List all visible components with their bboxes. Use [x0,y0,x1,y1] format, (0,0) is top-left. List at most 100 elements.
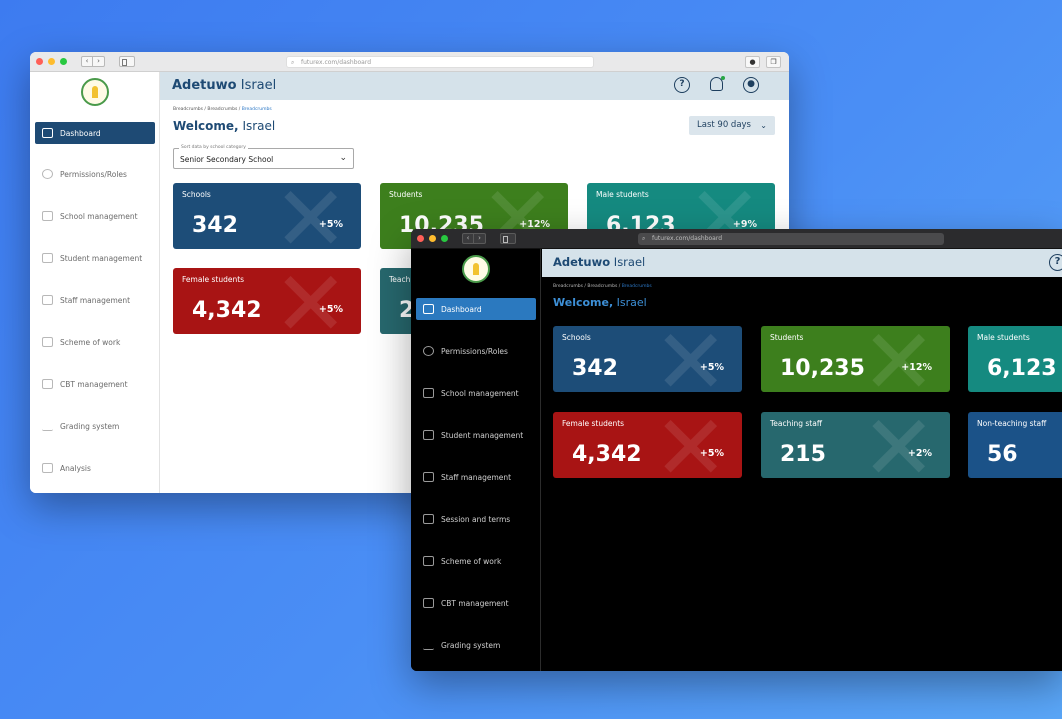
card-label: Teaching staff [770,419,822,428]
search-icon: ⌕ [291,59,295,66]
user-last-name: Israel [240,78,277,93]
sidebar-item-scheme-of-work[interactable]: Scheme of work [416,550,536,572]
sidebar-item-staff-management[interactable]: Staff management [35,289,155,311]
card-value: 215 [780,442,826,467]
chevron-down-icon: ⌄ [339,153,347,163]
welcome-name: Israel [616,296,647,309]
welcome-text: Welcome, [553,296,614,309]
user-name: Adetuwo Israel [553,255,645,269]
user-first-name: Adetuwo [172,78,237,93]
select-value: Senior Secondary School [180,155,274,164]
stat-card-male-students[interactable]: Male students 6,123 [968,326,1062,392]
help-icon[interactable]: ? [674,77,690,93]
sidebar-item-student-management[interactable]: Student management [416,424,536,446]
sidebar-item-dashboard[interactable]: Dashboard [35,122,155,144]
stat-card-female-students[interactable]: ✕ Female students 4,342 +5% [173,268,361,334]
permissions-icon [42,169,53,179]
card-change: +5% [699,362,724,373]
breadcrumb-current[interactable]: Breadcrumbs [242,107,272,112]
stat-card-non-teaching-staff[interactable]: Non-teaching staff 56 [968,412,1062,478]
forward-icon[interactable]: › [474,233,486,244]
sidebar-item-cbt-management[interactable]: CBT management [416,592,536,614]
card-label: Male students [977,333,1030,342]
url-text: futurex.com/dashboard [301,59,372,66]
notification-bell-icon[interactable] [710,76,725,91]
dashboard-icon [423,304,434,314]
card-value: 4,342 [572,442,642,467]
sidebar-item-session-and-terms[interactable]: Session and terms [416,508,536,530]
sidebar-item-label: Scheme of work [60,337,121,347]
back-icon[interactable]: ‹ [81,56,93,67]
card-change: +5% [318,219,343,230]
breadcrumb-trail[interactable]: Breadcrumbs / Breadcrumbs / [173,107,242,112]
permissions-icon [423,346,434,356]
sidebar-item-dashboard[interactable]: Dashboard [416,298,536,320]
close-window-button[interactable] [417,235,424,242]
sidebar-item-permissions[interactable]: Permissions/Roles [416,340,536,362]
school-category-select[interactable]: Sort data by school category Senior Seco… [173,145,354,169]
back-icon[interactable]: ‹ [462,233,474,244]
window-titlebar: ‹ › ⌕ futurex.com/dashboard ● ❐ [30,52,789,72]
sidebar-toggle-icon[interactable] [500,233,516,244]
sidebar-item-student-management[interactable]: Student management [35,247,155,269]
school-logo [461,255,490,283]
card-value: 10,235 [780,356,865,381]
page-title: Welcome, Israel [553,296,647,309]
sidebar-item-staff-management[interactable]: Staff management [416,466,536,488]
staff-icon [423,472,434,482]
card-value: 342 [572,356,618,381]
card-label: Male students [596,190,649,199]
card-change: +12% [901,362,932,373]
sidebar-item-cbt-management[interactable]: CBT management [35,373,155,395]
stat-card-teaching-staff[interactable]: ✕ Teaching staff 215 +2% [761,412,950,478]
welcome-text: Welcome, [173,119,239,133]
sidebar-item-permissions[interactable]: Permissions/Roles [35,163,155,185]
card-watermark-icon: ✕ [861,412,937,478]
window-titlebar: ‹ › ⌕ futurex.com/dashboard [411,229,1062,249]
card-label: Female students [562,419,625,428]
sidebar-item-school-management[interactable]: School management [35,205,155,227]
tabs-icon[interactable]: ❐ [766,56,781,68]
address-bar[interactable]: ⌕ futurex.com/dashboard [638,233,944,245]
sidebar-item-grading-system[interactable]: Grading system [416,634,536,656]
sidebar-item-label: Session and terms [441,514,511,524]
sidebar-item-label: Analysis [60,463,91,473]
date-range-dropdown[interactable]: Last 90 days ⌄ [689,116,775,135]
sidebar: Dashboard Permissions/Roles School manag… [411,249,541,671]
stat-card-female-students[interactable]: ✕ Female students 4,342 +5% [553,412,742,478]
download-icon[interactable]: ● [745,56,760,68]
forward-icon[interactable]: › [93,56,105,67]
address-bar[interactable]: ⌕ futurex.com/dashboard [286,56,594,68]
stat-card-students[interactable]: ✕ Students 10,235 +12% [761,326,950,392]
graduation-cap-icon [423,430,434,440]
card-value: 6,123 [987,356,1057,381]
maximize-window-button[interactable] [60,58,67,65]
dashboard-icon [42,128,53,138]
date-range-value: Last 90 days [697,120,751,130]
breadcrumb-trail[interactable]: Breadcrumbs / Breadcrumbs / [553,284,622,289]
minimize-window-button[interactable] [429,235,436,242]
sidebar-toggle-icon[interactable] [119,56,135,67]
card-watermark-icon: ✕ [653,326,729,392]
close-window-button[interactable] [36,58,43,65]
sidebar-item-label: Student management [441,430,524,440]
user-avatar-icon[interactable]: ● [743,77,759,93]
help-icon[interactable]: ? [1049,254,1062,271]
sidebar-item-scheme-of-work[interactable]: Scheme of work [35,331,155,353]
sidebar-item-analysis[interactable]: Analysis [35,457,155,479]
sidebar-item-label: Permissions/Roles [60,169,127,179]
maximize-window-button[interactable] [441,235,448,242]
select-label: Sort data by school category [179,145,248,150]
sidebar-item-label: Student management [60,253,143,263]
window-controls [36,58,67,65]
minimize-window-button[interactable] [48,58,55,65]
stat-card-schools[interactable]: ✕ Schools 342 +5% [553,326,742,392]
breadcrumb-current[interactable]: Breadcrumbs [622,284,652,289]
sidebar-item-label: Scheme of work [441,556,502,566]
sidebar-item-school-management[interactable]: School management [416,382,536,404]
calendar-icon [423,514,434,524]
monitor-icon [42,379,53,389]
sidebar-item-label: CBT management [60,379,128,389]
sidebar-item-grading-system[interactable]: Grading system [35,415,155,437]
stat-card-schools[interactable]: ✕ Schools 342 +5% [173,183,361,249]
